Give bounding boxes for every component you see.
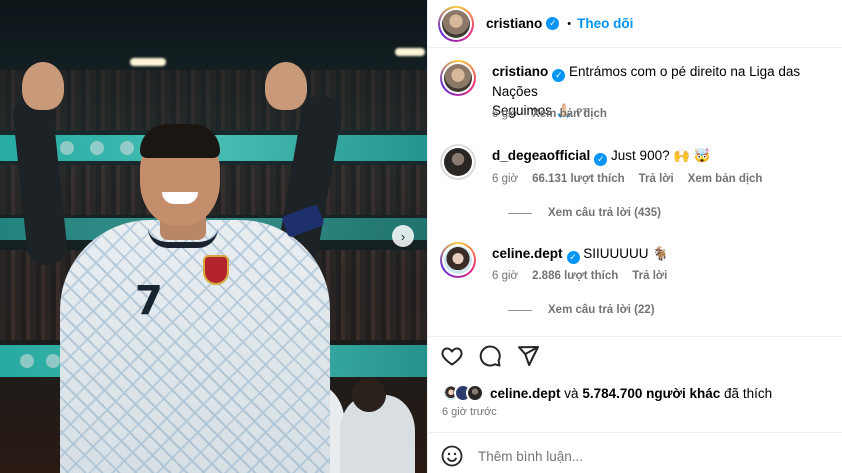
add-comment-bar (440, 440, 830, 472)
header-username[interactable]: cristiano (486, 16, 542, 31)
comment-item: d_degeaofficial ✓ Just 900? 🙌 🤯 6 giờ 66.… (440, 142, 842, 232)
reply-button[interactable]: Trả lời (639, 173, 674, 185)
avatar[interactable] (440, 242, 476, 278)
liked-by-suffix: đã thích (724, 385, 773, 401)
comment-icon (479, 345, 501, 367)
replies-line (508, 309, 532, 311)
chevron-right-icon: › (400, 228, 406, 244)
jersey-number: 7 (135, 278, 163, 324)
background-player-head (352, 378, 386, 412)
comment-item: celine.dept ✓ SIIUUUUU 🐐 6 giờ 2.886 lượt… (440, 240, 842, 330)
liked-by: celine.dept và 5.784.700 người khác đã t… (442, 384, 772, 402)
post-side-panel: cristiano ✓ • Theo dõi cristiano ✓ Entrám… (427, 0, 842, 473)
liked-by-joiner: và (564, 385, 579, 401)
comments-list: cristiano ✓ Entrámos com o pé direito na … (428, 56, 842, 336)
send-icon (518, 346, 539, 366)
separator: • (567, 17, 572, 30)
comment-time[interactable]: 6 giờ (492, 270, 518, 282)
player-hand (22, 62, 64, 110)
emoji-button[interactable] (440, 444, 464, 468)
comment-input[interactable] (478, 448, 830, 464)
avatar[interactable] (440, 60, 476, 96)
stadium-light (130, 58, 166, 66)
action-bar (440, 344, 540, 368)
post-dialog: 7 › cristiano ✓ • Theo dõi cristiano ✓ E… (0, 0, 842, 473)
comment-meta: 6 giờ 2.886 lượt thích Trả lời (492, 270, 667, 282)
heart-icon (441, 347, 463, 366)
post-timestamp[interactable]: 6 giờ trước (442, 406, 497, 418)
replies-line (508, 212, 532, 214)
verified-badge-icon: ✓ (546, 17, 560, 30)
comment-meta: 6 giờ 66.131 lượt thích Trả lời Xem bản … (492, 173, 762, 185)
view-replies-label: Xem câu trả lời (22) (548, 304, 655, 316)
post-image[interactable]: 7 › (0, 0, 427, 473)
comment-time[interactable]: 6 giờ (492, 173, 518, 185)
comment-text: SIIUUUUU 🐐 (583, 246, 670, 261)
comment-likes[interactable]: 2.886 lượt thích (532, 270, 618, 282)
stadium-light (395, 48, 425, 56)
view-replies-button[interactable]: Xem câu trả lời (435) (508, 207, 661, 219)
comment-text: Just 900? 🙌 🤯 (611, 148, 711, 163)
avatar[interactable] (440, 144, 476, 180)
divider (428, 432, 842, 433)
verified-badge-icon: ✓ (566, 251, 580, 264)
comment-body: celine.dept ✓ SIIUUUUU 🐐 (492, 244, 838, 264)
comment-username[interactable]: d_degeaofficial (492, 148, 590, 163)
post-header: cristiano ✓ • Theo dõi (428, 0, 842, 48)
smiley-icon (441, 445, 463, 467)
jersey-pattern (60, 220, 330, 473)
comment-body: d_degeaofficial ✓ Just 900? 🙌 🤯 (492, 146, 838, 166)
like-button[interactable] (440, 344, 464, 368)
comment-likes[interactable]: 66.131 lượt thích (532, 173, 625, 185)
liked-by-text: celine.dept và 5.784.700 người khác đã t… (490, 386, 772, 401)
caption-username[interactable]: cristiano (492, 64, 548, 79)
player-hand (265, 62, 307, 110)
comment-button[interactable] (478, 344, 502, 368)
follow-button[interactable]: Theo dõi (577, 16, 633, 31)
caption: cristiano ✓ Entrámos com o pé direito na … (440, 56, 842, 120)
caption-time[interactable]: 6 giờ (492, 108, 518, 120)
caption-meta: 6 giờ Xem bản dịch (492, 108, 607, 120)
avatar[interactable] (438, 5, 474, 42)
translate-link[interactable]: Xem bản dịch (532, 108, 607, 120)
portugal-crest-icon (203, 255, 229, 285)
share-button[interactable] (516, 344, 540, 368)
player-hair (140, 124, 220, 158)
crowd (0, 70, 427, 130)
next-image-button[interactable]: › (392, 225, 414, 247)
comment-username[interactable]: celine.dept (492, 246, 563, 261)
reply-button[interactable]: Trả lời (632, 270, 667, 282)
view-replies-label: Xem câu trả lời (435) (548, 207, 662, 219)
liker-username[interactable]: celine.dept (490, 386, 561, 401)
divider (428, 336, 842, 337)
view-replies-button[interactable]: Xem câu trả lời (22) (508, 304, 655, 316)
likes-count-link[interactable]: 5.784.700 người khác (582, 386, 720, 401)
verified-badge-icon: ✓ (552, 69, 566, 82)
translate-link[interactable]: Xem bản dịch (688, 173, 763, 185)
verified-badge-icon: ✓ (594, 153, 608, 166)
liker-avatar[interactable] (466, 384, 484, 402)
jersey-collar (148, 228, 218, 248)
